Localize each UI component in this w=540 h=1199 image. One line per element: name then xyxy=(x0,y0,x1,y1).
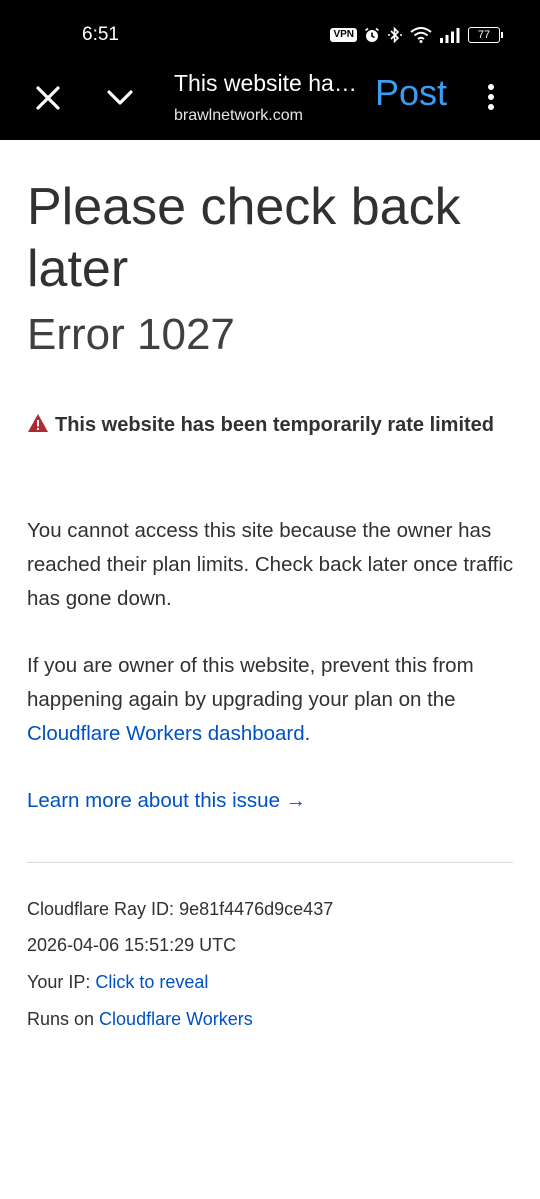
status-time: 6:51 xyxy=(82,24,119,45)
bluetooth-icon xyxy=(388,26,402,44)
explanation-paragraph: You cannot access this site because the … xyxy=(27,519,514,610)
page-domain: brawlnetwork.com xyxy=(174,107,303,124)
page-heading: Please check back later xyxy=(27,178,461,298)
workers-dashboard-link[interactable]: Cloudflare Workers dashboard xyxy=(27,722,305,745)
divider xyxy=(27,862,513,863)
runs-on-line: Runs on Cloudflare Workers xyxy=(27,1007,253,1031)
chevron-down-icon[interactable] xyxy=(105,84,135,112)
ray-id-label: Cloudflare Ray ID: xyxy=(27,899,180,919)
warning-triangle-icon xyxy=(28,414,48,432)
owner-paragraph: If you are owner of this website, preven… xyxy=(27,649,515,751)
cloudflare-workers-link[interactable]: Cloudflare Workers xyxy=(99,1009,253,1029)
more-vert-icon[interactable] xyxy=(482,82,500,112)
warning-text: This website has been temporarily rate l… xyxy=(55,414,495,436)
error-code: Error 1027 xyxy=(27,310,235,359)
post-button[interactable]: Post xyxy=(375,72,447,114)
page-title: This website has been temporarily rate l… xyxy=(174,70,359,96)
battery-icon: 77 xyxy=(468,27,503,43)
owner-paragraph-text: If you are owner of this website, preven… xyxy=(27,654,474,711)
wifi-icon xyxy=(410,27,432,43)
close-icon[interactable] xyxy=(34,84,62,112)
browser-toolbar: This website has been temporarily rate l… xyxy=(0,64,540,140)
ray-id-line: Cloudflare Ray ID: 9e81f4476d9ce437 xyxy=(27,897,333,921)
owner-paragraph-suffix: . xyxy=(304,722,311,745)
ip-line: Your IP: Click to reveal xyxy=(27,970,208,994)
alarm-icon xyxy=(365,27,379,42)
warning-message: This website has been temporarily rate l… xyxy=(27,406,497,444)
ray-id-value: 9e81f4476d9ce437 xyxy=(179,899,334,919)
vpn-icon: VPN xyxy=(330,28,357,42)
timestamp: 2026-04-06 15:51:29 UTC xyxy=(27,935,237,955)
runs-on-label: Runs on xyxy=(27,1009,100,1029)
learn-more-link[interactable]: Learn more about this issue → xyxy=(27,786,306,816)
status-bar: 6:51 VPN 77 xyxy=(0,0,540,64)
status-icons: VPN 77 xyxy=(330,24,503,46)
ip-label: Your IP: xyxy=(27,972,96,992)
signal-icon xyxy=(440,28,460,43)
reveal-ip-link[interactable]: Click to reveal xyxy=(95,972,208,992)
